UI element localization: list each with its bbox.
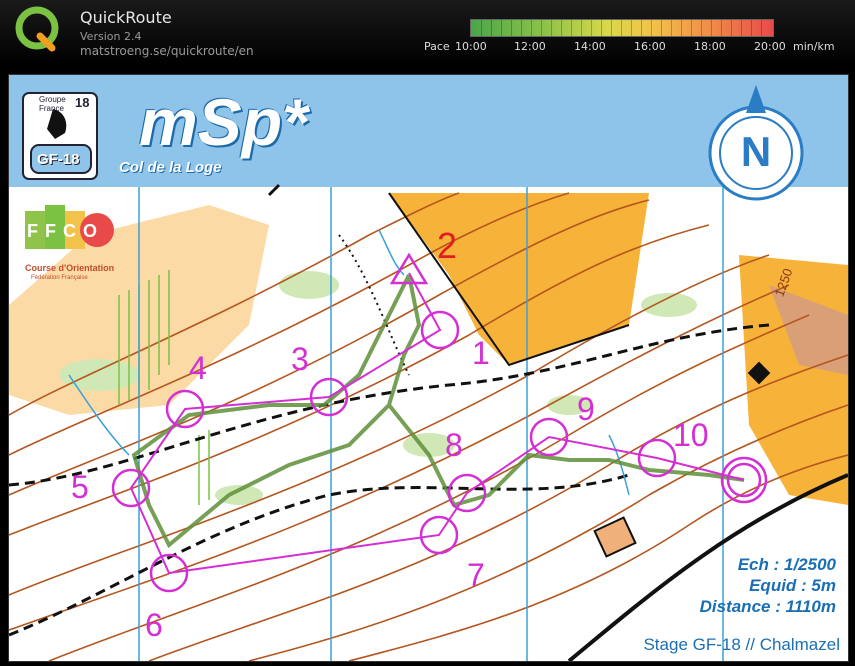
map-footer: Stage GF-18 // Chalmazel (643, 635, 840, 654)
map-scale: Ech : 1/2500 (737, 555, 836, 574)
pace-scale-tick (681, 20, 682, 36)
app-version: Version 2.4 (80, 30, 142, 43)
pace-scale-tick (521, 20, 522, 36)
pace-tick: 20:00 (754, 40, 786, 53)
control-number-3: 3 (291, 341, 309, 377)
app-name: QuickRoute (80, 8, 172, 27)
map-subtitle: Col de la Loge (119, 159, 222, 176)
ffco-line1: Course d'Orientation (25, 263, 115, 273)
pace-scale-tick (731, 20, 732, 36)
control-number-10: 10 (673, 417, 709, 453)
pace-tick: 12:00 (514, 40, 546, 53)
control-number-1: 1 (472, 335, 490, 371)
north-letter: N (740, 128, 772, 175)
pace-scale-tick (701, 20, 702, 36)
pace-scale-tick (541, 20, 542, 36)
pace-scale-tick (661, 20, 662, 36)
logo-number: 18 (75, 95, 90, 110)
pace-scale-tick (611, 20, 612, 36)
pace-scale-tick (591, 20, 592, 36)
pace-scale-tick (641, 20, 642, 36)
ffco-line2: Fédération Française (31, 275, 88, 281)
pace-scale-tick (751, 20, 752, 36)
pace-scale-tick (671, 20, 672, 36)
app-header: QuickRoute Version 2.4 matstroeng.se/qui… (0, 0, 855, 66)
course-distance: Distance : 1110m (699, 597, 836, 616)
control-number-4: 4 (189, 350, 207, 386)
pace-scale-tick (561, 20, 562, 36)
logo-line1: Groupe (39, 95, 66, 104)
pace-prefix: Pace (424, 40, 450, 53)
logo-line2: France (39, 104, 64, 113)
logo-short: GF-18 (37, 151, 80, 168)
pace-scale-tick (511, 20, 512, 36)
pace-scale-tick (621, 20, 622, 36)
map-title: mSp* (139, 85, 308, 159)
control-number-8: 8 (445, 427, 463, 463)
orienteering-map[interactable]: mSp* Col de la Loge N Groupe France 18 G… (8, 74, 849, 662)
pace-scale-tick (721, 20, 722, 36)
pace-scale-tick (501, 20, 502, 36)
pace-tick: 14:00 (574, 40, 606, 53)
pace-tick: 10:00 (455, 40, 487, 53)
pace-scale-tick (481, 20, 482, 36)
pace-unit: min/km (793, 40, 835, 53)
quickroute-logo-icon (15, 6, 59, 52)
pace-scale-tick (581, 20, 582, 36)
pace-scale-tick (761, 20, 762, 36)
pace-color-scale (470, 19, 774, 37)
ffco-letters: FFCO (27, 221, 104, 241)
pace-scale-tick (601, 20, 602, 36)
control-number-9: 9 (577, 391, 595, 427)
control-number-2: 2 (437, 225, 458, 266)
control-number-6: 6 (145, 607, 163, 643)
pace-scale-tick (741, 20, 742, 36)
map-equidistance: Equid : 5m (749, 576, 836, 595)
app-url[interactable]: matstroeng.se/quickroute/en (80, 44, 254, 58)
pace-scale-tick (531, 20, 532, 36)
pace-tick: 16:00 (634, 40, 666, 53)
pace-tick: 18:00 (694, 40, 726, 53)
control-number-5: 5 (71, 469, 89, 505)
pace-scale-tick (651, 20, 652, 36)
pace-scale-tick (691, 20, 692, 36)
pace-scale-tick (711, 20, 712, 36)
pace-scale-tick (491, 20, 492, 36)
pace-scale-tick (551, 20, 552, 36)
control-number-7: 7 (467, 557, 485, 593)
pace-scale-tick (631, 20, 632, 36)
pace-scale-tick (571, 20, 572, 36)
